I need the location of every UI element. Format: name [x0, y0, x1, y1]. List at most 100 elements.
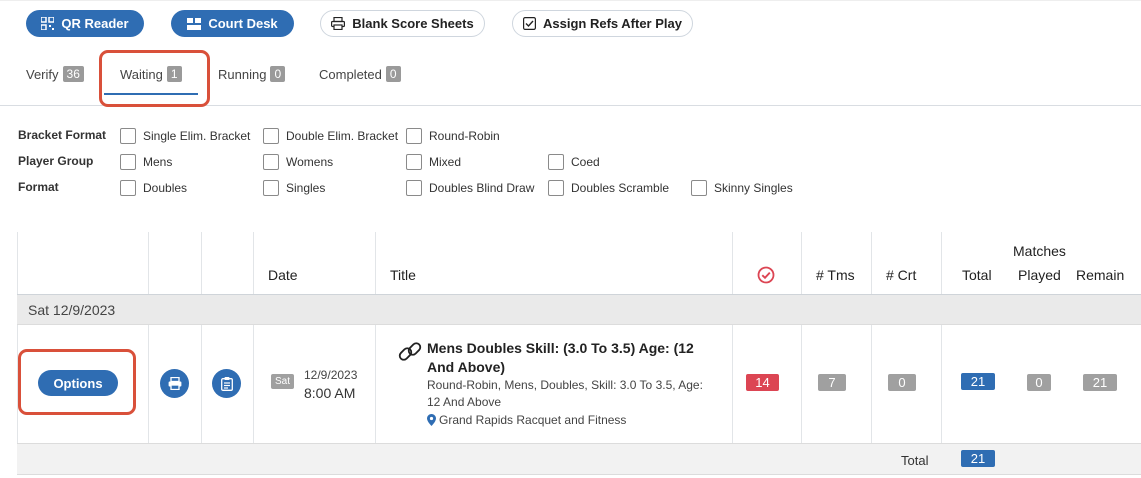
tab-completed-label: Completed [319, 66, 382, 82]
checkbox[interactable] [406, 128, 422, 144]
option-label: Doubles [143, 181, 188, 195]
checkbox[interactable] [691, 180, 707, 196]
option-label: Doubles Scramble [571, 181, 670, 195]
day-badge: Sat [271, 374, 295, 389]
header-teams[interactable]: # Tms [816, 267, 855, 283]
checkbox[interactable] [263, 180, 279, 196]
header-matches-remain[interactable]: Remain [1076, 267, 1124, 283]
checkbox[interactable] [263, 154, 279, 170]
filter-double-elim[interactable]: Double Elim. Bracket [263, 128, 398, 144]
checkbox[interactable] [120, 154, 136, 170]
col-divider [148, 232, 149, 443]
total-row: Total 21 [17, 443, 1141, 475]
player-group-label: Player Group [18, 154, 94, 168]
tab-completed-count: 0 [385, 66, 401, 82]
option-label: Doubles Blind Draw [429, 181, 535, 195]
event-title[interactable]: Mens Doubles Skill: (3.0 To 3.5) Age: (1… [427, 339, 717, 377]
col-divider [17, 232, 18, 443]
event-location-label: Grand Rapids Racquet and Fitness [439, 413, 627, 427]
checkbox[interactable] [120, 180, 136, 196]
link-icon[interactable] [396, 338, 424, 369]
qr-reader-label: QR Reader [61, 16, 129, 31]
print-button[interactable] [160, 369, 189, 398]
header-courts[interactable]: # Crt [886, 267, 916, 283]
col-divider [871, 232, 872, 443]
qr-reader-button[interactable]: QR Reader [26, 10, 144, 37]
clipboard-button[interactable] [212, 369, 241, 398]
header-checked-in[interactable] [757, 266, 775, 287]
filter-doubles-scramble[interactable]: Doubles Scramble [548, 180, 669, 196]
header-matches-played[interactable]: Played [1018, 267, 1061, 283]
court-desk-button[interactable]: Court Desk [171, 10, 294, 37]
option-label: Mens [143, 155, 173, 169]
blank-score-sheets-label: Blank Score Sheets [352, 16, 474, 31]
tab-running-label: Running [218, 66, 267, 82]
filter-skinny-singles[interactable]: Skinny Singles [691, 180, 793, 196]
option-label: Womens [286, 155, 334, 169]
header-matches: Matches [1013, 243, 1066, 259]
col-divider [801, 232, 802, 443]
check-circle-icon [757, 266, 775, 284]
total-matches-count: 21 [961, 450, 995, 467]
tab-running[interactable]: Running 0 [218, 66, 286, 82]
matches-played-count: 0 [1027, 374, 1051, 391]
map-marker-icon [427, 414, 436, 426]
total-label: Total [901, 453, 929, 468]
checkbox[interactable] [263, 128, 279, 144]
tab-verify-count: 36 [62, 66, 84, 82]
header-matches-total[interactable]: Total [962, 267, 992, 283]
filter-round-robin[interactable]: Round-Robin [406, 128, 500, 144]
assign-refs-button[interactable]: Assign Refs After Play [512, 10, 693, 37]
col-divider [732, 232, 733, 443]
events-table: Date Title # Tms # Crt Matches Total Pla… [17, 232, 1141, 476]
clipboard-icon [220, 376, 233, 391]
blank-score-sheets-button[interactable]: Blank Score Sheets [320, 10, 485, 37]
header-date[interactable]: Date [268, 267, 298, 283]
checkbox[interactable] [406, 180, 422, 196]
checkbox[interactable] [120, 128, 136, 144]
bracket-format-label: Bracket Format [18, 128, 107, 142]
tab-completed[interactable]: Completed 0 [319, 66, 401, 82]
option-label: Skinny Singles [714, 181, 793, 195]
filter-womens[interactable]: Womens [263, 154, 333, 170]
option-label: Singles [286, 181, 326, 195]
option-label: Mixed [429, 155, 462, 169]
option-label: Round-Robin [429, 129, 500, 143]
filter-doubles[interactable]: Doubles [120, 180, 187, 196]
printer-icon [168, 377, 181, 390]
filter-doubles-blind-draw[interactable]: Doubles Blind Draw [406, 180, 534, 196]
date-group-row: Sat 12/9/2023 [17, 295, 1141, 325]
printer-icon [331, 17, 346, 30]
filter-coed[interactable]: Coed [548, 154, 600, 170]
checkbox-checked-icon [523, 17, 537, 30]
matches-remain-count: 21 [1083, 374, 1117, 391]
toolbar: QR Reader Court Desk Blank Score Sheets … [0, 0, 1141, 46]
checkbox[interactable] [548, 154, 564, 170]
teams-count: 7 [818, 374, 846, 391]
courts-count: 0 [888, 374, 916, 391]
court-desk-label: Court Desk [208, 16, 278, 31]
filter-single-elim[interactable]: Single Elim. Bracket [120, 128, 250, 144]
checkbox[interactable] [548, 180, 564, 196]
format-label: Format [18, 180, 59, 194]
assign-refs-label: Assign Refs After Play [543, 16, 682, 31]
header-title[interactable]: Title [390, 267, 416, 283]
tab-verify[interactable]: Verify 36 [26, 66, 84, 82]
tab-verify-label: Verify [26, 66, 59, 82]
option-label: Coed [571, 155, 600, 169]
options-highlight [18, 349, 136, 415]
date-group-label: Sat 12/9/2023 [28, 302, 116, 318]
waiting-tab-highlight [99, 50, 210, 107]
filter-mixed[interactable]: Mixed [406, 154, 461, 170]
event-time: 8:00 AM [304, 385, 356, 401]
qr-code-icon [41, 17, 55, 30]
col-divider [253, 232, 254, 443]
matches-total-count: 21 [961, 373, 995, 390]
event-location: Grand Rapids Racquet and Fitness [427, 413, 626, 427]
filter-singles[interactable]: Singles [263, 180, 325, 196]
col-divider [375, 232, 376, 443]
filter-mens[interactable]: Mens [120, 154, 172, 170]
option-label: Single Elim. Bracket [143, 129, 251, 143]
tab-running-count: 0 [270, 66, 286, 82]
checkbox[interactable] [406, 154, 422, 170]
